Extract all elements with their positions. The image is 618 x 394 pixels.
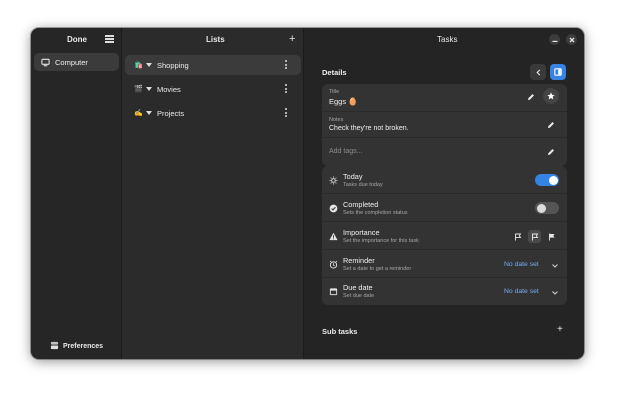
list-item-label: Projects	[157, 108, 185, 118]
account-item-computer[interactable]: Computer	[34, 53, 119, 71]
alarm-icon	[329, 260, 338, 269]
minimize-icon	[552, 40, 557, 42]
list-item-movies[interactable]: 🎬 Movies	[125, 79, 301, 99]
task-settings-card: Today Tasks due today Completed Sets the…	[322, 166, 567, 305]
close-icon	[569, 37, 574, 42]
today-subtitle: Tasks due today	[343, 182, 383, 188]
notes-row[interactable]: Notes Check they're not broken.	[322, 112, 567, 138]
list-item-shopping[interactable]: 🛍️ Shopping	[125, 55, 301, 75]
tasks-title: Tasks	[437, 34, 458, 44]
edit-notes-icon[interactable]	[547, 121, 556, 130]
reminder-date-value[interactable]: No date set	[504, 261, 539, 268]
check-circle-icon	[329, 204, 338, 213]
minimize-button[interactable]	[549, 34, 560, 45]
computer-icon	[40, 57, 50, 67]
completed-subtitle: Sets the completion status	[343, 210, 408, 216]
subtasks-section-title: Sub tasks	[322, 327, 358, 336]
low-importance-flag-icon[interactable]	[511, 230, 524, 243]
importance-title: Importance	[343, 228, 380, 237]
more-options-icon[interactable]	[285, 108, 288, 118]
list-emoji[interactable]: ✍️	[134, 109, 143, 118]
account-item-label: Computer	[55, 57, 88, 67]
notes-value[interactable]: Check they're not broken.	[329, 125, 409, 132]
completed-title: Completed	[343, 200, 379, 209]
edit-title-icon[interactable]	[527, 93, 536, 102]
lists-sidebar: Lists + 🛍️ Shopping 🎬 Movies ✍️ Projects	[122, 28, 304, 359]
importance-subtitle: Set the importance for this task	[343, 238, 419, 244]
add-list-icon[interactable]: +	[289, 34, 295, 45]
lists-title: Lists	[206, 34, 225, 44]
reminder-row[interactable]: Reminder Set a date to get a reminder No…	[322, 250, 567, 278]
lists-header: Lists +	[122, 28, 304, 50]
add-subtask-icon[interactable]: +	[557, 324, 563, 335]
app-window: Done Computer Preferences Lists + 🛍️ Sho…	[31, 28, 584, 359]
title-value[interactable]: Eggs 🥚	[329, 97, 358, 106]
close-button[interactable]	[566, 34, 577, 45]
preferences-icon	[50, 341, 59, 352]
sidebar-toggle-button[interactable]	[550, 64, 566, 80]
calendar-icon	[329, 287, 338, 296]
reminder-title: Reminder	[343, 256, 375, 265]
title-row[interactable]: Title Eggs 🥚	[322, 84, 567, 112]
due-date-value[interactable]: No date set	[504, 288, 539, 295]
completed-toggle[interactable]	[535, 202, 559, 214]
more-options-icon[interactable]	[285, 60, 288, 70]
accounts-sidebar: Done Computer Preferences	[31, 28, 122, 359]
high-importance-flag-icon[interactable]	[545, 230, 558, 243]
notes-label: Notes	[329, 117, 344, 123]
due-date-subtitle: Set due date	[343, 293, 375, 299]
chevron-down-icon[interactable]	[551, 262, 559, 270]
sidebar-icon	[554, 68, 562, 76]
edit-tags-icon[interactable]	[547, 148, 556, 157]
preferences-button[interactable]: Preferences	[31, 340, 122, 352]
details-header: Tasks	[304, 28, 584, 50]
task-info-card: Title Eggs 🥚 Notes Check they're not bro…	[322, 84, 567, 166]
hamburger-menu-icon[interactable]	[105, 35, 114, 43]
warning-icon	[329, 232, 338, 241]
chevron-left-icon	[535, 68, 540, 76]
due-date-title: Due date	[343, 283, 373, 292]
due-date-row[interactable]: Due date Set due date No date set	[322, 278, 567, 305]
list-item-label: Shopping	[157, 60, 189, 70]
tags-row[interactable]: Add tags...	[322, 138, 567, 166]
medium-importance-flag-icon[interactable]	[528, 230, 541, 243]
chevron-down-icon[interactable]	[551, 289, 559, 297]
chevron-down-icon[interactable]	[146, 63, 152, 67]
more-options-icon[interactable]	[285, 84, 288, 94]
list-item-label: Movies	[157, 84, 181, 94]
accounts-header: Done	[31, 28, 122, 50]
list-emoji[interactable]: 🛍️	[134, 61, 143, 70]
star-icon	[547, 92, 555, 100]
today-title: Today	[343, 172, 363, 181]
sun-icon	[329, 176, 338, 185]
preferences-label: Preferences	[62, 342, 104, 350]
app-title: Done	[67, 34, 87, 44]
favorite-button[interactable]	[543, 88, 559, 104]
reminder-subtitle: Set a date to get a reminder	[343, 266, 412, 272]
title-label: Title	[329, 89, 340, 95]
completed-row[interactable]: Completed Sets the completion status	[322, 194, 567, 222]
details-pane: Tasks Details Title Eggs 🥚 Notes Check t…	[304, 28, 584, 359]
chevron-down-icon[interactable]	[146, 111, 152, 115]
tags-input[interactable]: Add tags...	[329, 148, 362, 155]
importance-row: Importance Set the importance for this t…	[322, 222, 567, 250]
list-emoji[interactable]: 🎬	[134, 85, 143, 94]
details-section-title: Details	[322, 68, 347, 77]
chevron-down-icon[interactable]	[146, 87, 152, 91]
back-button[interactable]	[530, 64, 546, 80]
today-row[interactable]: Today Tasks due today	[322, 166, 567, 194]
today-toggle[interactable]	[535, 174, 559, 186]
list-item-projects[interactable]: ✍️ Projects	[125, 103, 301, 123]
